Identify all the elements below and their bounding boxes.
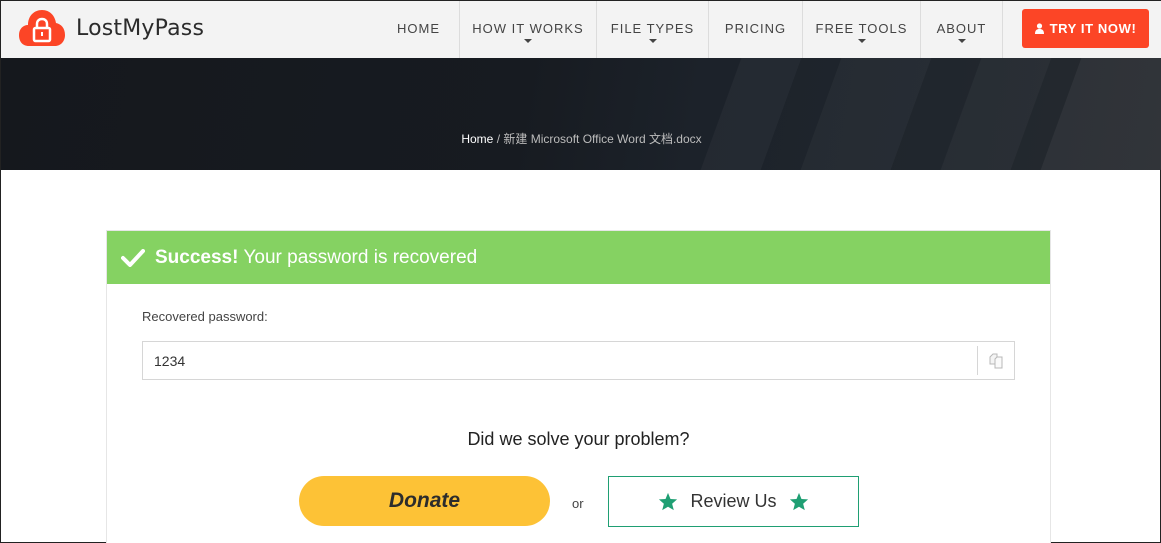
recovered-password-label: Recovered password:	[142, 309, 268, 324]
review-us-label: Review Us	[690, 491, 777, 511]
breadcrumb-current: 新建 Microsoft Office Word 文档.docx	[503, 132, 702, 146]
copy-button[interactable]	[977, 346, 1014, 375]
try-it-now-button[interactable]: TRY IT NOW!	[1022, 9, 1149, 48]
hero-decoration	[1040, 58, 1161, 170]
star-icon	[659, 492, 678, 511]
hero-decoration	[941, 58, 1052, 170]
checkmark-icon	[121, 248, 145, 267]
caret-down-icon	[857, 39, 866, 43]
caret-down-icon	[957, 39, 966, 43]
nav-label: HOME	[397, 21, 440, 36]
nav-home[interactable]: HOME	[378, 1, 459, 58]
breadcrumb: Home / 新建 Microsoft Office Word 文档.docx	[1, 130, 1161, 147]
nav-label: FREE TOOLS	[815, 21, 908, 36]
nav-label: PRICING	[724, 21, 787, 36]
copy-icon	[989, 353, 1003, 368]
hero-banner: Home / 新建 Microsoft Office Word 文档.docx	[1, 58, 1161, 170]
or-separator: or	[572, 496, 584, 511]
feedback-question: Did we solve your problem?	[467, 429, 690, 449]
nav-label: FILE TYPES	[610, 21, 695, 36]
nav-label: ABOUT	[936, 21, 987, 36]
brand-name: LostMyPass	[76, 15, 205, 41]
nav-free-tools[interactable]: FREE TOOLS	[802, 1, 920, 58]
review-us-button[interactable]: Review Us	[608, 476, 859, 527]
success-title: Success!	[155, 246, 239, 268]
site-header: LostMyPass HOME HOW IT WORKS FILE TYPES …	[1, 1, 1161, 58]
recovered-password-input[interactable]	[143, 342, 977, 379]
star-icon	[789, 492, 808, 511]
success-banner: Success! Your password is recovered	[107, 231, 1050, 284]
hero-decoration	[801, 58, 932, 170]
logo[interactable]: LostMyPass	[19, 8, 204, 48]
donate-label: Donate	[388, 489, 461, 512]
recovered-password-field	[142, 341, 1015, 380]
nav-file-types[interactable]: FILE TYPES	[596, 1, 708, 58]
user-icon	[1034, 23, 1044, 34]
main-nav: HOME HOW IT WORKS FILE TYPES PRICING FRE…	[378, 1, 1003, 58]
breadcrumb-home[interactable]: Home	[461, 132, 493, 146]
nav-label: HOW IT WORKS	[472, 21, 584, 36]
cloud-lock-icon	[19, 10, 65, 46]
caret-down-icon	[524, 39, 532, 43]
hero-decoration	[701, 58, 802, 170]
result-card: Success! Your password is recovered Reco…	[106, 230, 1051, 543]
donate-button[interactable]: Donate	[299, 476, 550, 526]
nav-about[interactable]: ABOUT	[920, 1, 1003, 58]
nav-how-it-works[interactable]: HOW IT WORKS	[459, 1, 596, 58]
try-it-now-label: TRY IT NOW!	[1049, 21, 1137, 36]
caret-down-icon	[648, 39, 657, 43]
nav-pricing[interactable]: PRICING	[708, 1, 802, 58]
success-message: Your password is recovered	[243, 246, 478, 268]
breadcrumb-separator: /	[493, 132, 504, 146]
